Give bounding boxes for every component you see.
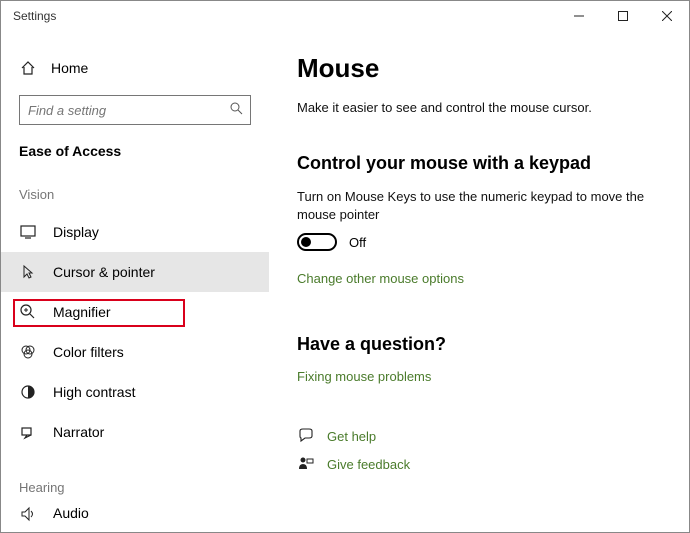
window-title: Settings — [13, 9, 56, 23]
give-feedback-row[interactable]: Give feedback — [297, 450, 661, 478]
minimize-icon — [574, 11, 584, 21]
sidebar-item-label: Color filters — [53, 344, 124, 360]
help-links: Get help Give feedback — [297, 422, 661, 478]
titlebar: Settings — [1, 1, 689, 31]
other-mouse-options-link[interactable]: Change other mouse options — [297, 271, 661, 286]
search-input[interactable] — [19, 95, 251, 125]
sidebar-item-narrator[interactable]: Narrator — [1, 412, 269, 452]
high-contrast-icon — [19, 383, 37, 401]
sidebar-item-label: Narrator — [53, 424, 104, 440]
give-feedback-link[interactable]: Give feedback — [327, 457, 410, 472]
sidebar-item-display[interactable]: Display — [1, 212, 269, 252]
mouse-keys-toggle[interactable] — [297, 233, 337, 251]
color-filters-icon — [19, 343, 37, 361]
maximize-button[interactable] — [601, 1, 645, 31]
feedback-icon — [297, 455, 315, 473]
sidebar-item-label: Display — [53, 224, 99, 240]
page-subtitle: Make it easier to see and control the mo… — [297, 100, 661, 115]
magnifier-icon — [19, 303, 37, 321]
group-vision: Vision — [1, 187, 269, 212]
sidebar-item-highcontrast[interactable]: High contrast — [1, 372, 269, 412]
toggle-knob — [301, 237, 311, 247]
narrator-icon — [19, 423, 37, 441]
sidebar-item-audio[interactable]: Audio — [1, 505, 269, 523]
content-area: Home Ease of Access Vision Display Curso… — [1, 31, 689, 532]
sidebar-item-label: Magnifier — [53, 304, 111, 320]
search-icon — [230, 102, 243, 118]
sidebar-item-cursor[interactable]: Cursor & pointer — [1, 252, 269, 292]
toggle-state-label: Off — [349, 235, 366, 250]
search-row — [19, 95, 251, 125]
question-heading: Have a question? — [297, 334, 661, 355]
page-title: Mouse — [297, 53, 661, 84]
display-icon — [19, 223, 37, 241]
get-help-link[interactable]: Get help — [327, 429, 376, 444]
fix-problems-link[interactable]: Fixing mouse problems — [297, 369, 661, 384]
audio-icon — [19, 505, 37, 523]
close-icon — [662, 11, 672, 21]
cursor-icon — [19, 263, 37, 281]
main-panel: Mouse Make it easier to see and control … — [269, 31, 689, 532]
maximize-icon — [618, 11, 628, 21]
sidebar: Home Ease of Access Vision Display Curso… — [1, 31, 269, 532]
mouse-keys-toggle-row: Off — [297, 233, 661, 251]
close-button[interactable] — [645, 1, 689, 31]
minimize-button[interactable] — [557, 1, 601, 31]
get-help-icon — [297, 427, 315, 445]
sidebar-item-label: Cursor & pointer — [53, 264, 155, 280]
question-block: Have a question? Fixing mouse problems — [297, 334, 661, 384]
home-button[interactable]: Home — [1, 51, 269, 85]
sidebar-item-label: Audio — [53, 505, 89, 521]
section-title: Ease of Access — [1, 143, 269, 187]
sidebar-item-magnifier[interactable]: Magnifier — [1, 292, 269, 332]
sidebar-item-label: High contrast — [53, 384, 135, 400]
control-heading: Control your mouse with a keypad — [297, 153, 661, 174]
home-label: Home — [51, 60, 88, 76]
window-controls — [557, 1, 689, 31]
sidebar-item-colorfilters[interactable]: Color filters — [1, 332, 269, 372]
control-description: Turn on Mouse Keys to use the numeric ke… — [297, 188, 661, 223]
home-icon — [19, 59, 37, 77]
get-help-row[interactable]: Get help — [297, 422, 661, 450]
group-hearing: Hearing — [1, 480, 269, 505]
